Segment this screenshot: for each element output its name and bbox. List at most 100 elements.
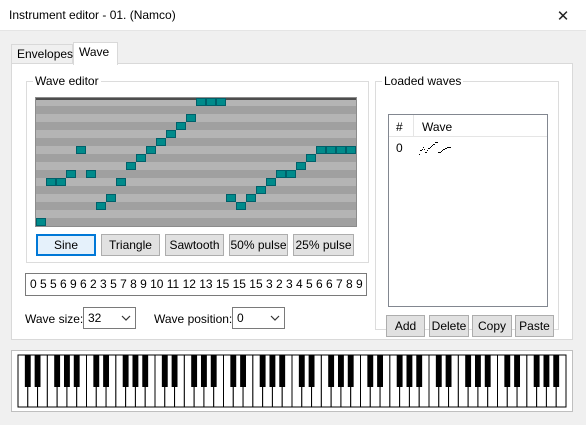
piano-black-key[interactable] [543, 355, 550, 387]
tab-envelopes[interactable]: Envelopes [11, 44, 73, 64]
piano-black-key[interactable] [484, 355, 491, 387]
wave-sample-bar[interactable] [116, 178, 126, 186]
tab-wave[interactable]: Wave [73, 42, 118, 65]
piano-black-key[interactable] [103, 355, 110, 387]
piano-black-key[interactable] [171, 355, 178, 387]
piano-black-key[interactable] [73, 355, 80, 387]
wave-sample-bar[interactable] [316, 146, 326, 154]
wave-position-dropdown[interactable]: 0 [232, 307, 285, 329]
wave-graph[interactable] [36, 98, 356, 226]
close-button[interactable]: ✕ [540, 0, 586, 31]
piano-black-key[interactable] [240, 355, 247, 387]
wave-sample-bar[interactable] [66, 170, 76, 178]
thumbnail-sample [437, 142, 438, 143]
piano-black-key[interactable] [210, 355, 217, 387]
piano-keyboard[interactable] [11, 350, 573, 412]
piano-black-key[interactable] [396, 355, 403, 387]
wave-sample-bar[interactable] [296, 162, 306, 170]
piano-black-key[interactable] [367, 355, 374, 387]
wave-sample-bar[interactable] [226, 194, 236, 202]
wave-sample-bar[interactable] [46, 178, 56, 186]
add-wave-button[interactable]: Add [386, 315, 425, 337]
wave-sample-bar[interactable] [346, 146, 356, 154]
wave-size-dropdown[interactable]: 32 [83, 307, 136, 329]
piano-black-key[interactable] [142, 355, 149, 387]
piano-black-key[interactable] [54, 355, 61, 387]
sawtooth-preset-button[interactable]: Sawtooth [165, 234, 224, 256]
wave-sample-bar[interactable] [146, 146, 156, 154]
piano-black-key[interactable] [230, 355, 237, 387]
piano-black-key[interactable] [200, 355, 207, 387]
wave-sample-bar[interactable] [196, 98, 206, 106]
column-divider[interactable] [413, 115, 414, 137]
wave-editor-canvas[interactable] [35, 97, 357, 227]
paste-wave-button[interactable]: Paste [515, 315, 554, 337]
piano-black-key[interactable] [191, 355, 198, 387]
wave-sample-bar[interactable] [156, 138, 166, 146]
piano-black-key[interactable] [533, 355, 540, 387]
wave-sample-bar[interactable] [86, 170, 96, 178]
wave-sample-bar[interactable] [216, 98, 226, 106]
wave-sample-bar[interactable] [176, 122, 186, 130]
wave-sample-bar[interactable] [56, 178, 66, 186]
piano-black-key[interactable] [328, 355, 335, 387]
wave-sample-bar[interactable] [336, 146, 346, 154]
piano-black-key[interactable] [337, 355, 344, 387]
piano-black-key[interactable] [553, 355, 560, 387]
piano-black-key[interactable] [465, 355, 472, 387]
wave-sample-bar[interactable] [306, 154, 316, 162]
wave-sequence-input[interactable]: 0 5 5 6 9 6 2 3 5 7 8 9 10 11 12 13 15 1… [25, 273, 367, 296]
triangle-preset-button[interactable]: Triangle [101, 234, 160, 256]
piano-black-key[interactable] [279, 355, 286, 387]
wave-sample-bar[interactable] [266, 178, 276, 186]
piano-black-key[interactable] [132, 355, 139, 387]
piano-black-key[interactable] [474, 355, 481, 387]
wave-sample-bar[interactable] [276, 170, 286, 178]
piano-black-key[interactable] [34, 355, 41, 387]
delete-wave-button[interactable]: Delete [429, 315, 469, 337]
copy-wave-button[interactable]: Copy [472, 315, 512, 337]
piano-black-key[interactable] [24, 355, 31, 387]
column-header-index[interactable]: # [396, 120, 403, 134]
wave-sample-bar[interactable] [106, 194, 116, 202]
piano-black-key[interactable] [308, 355, 315, 387]
piano-black-key[interactable] [63, 355, 70, 387]
wave-sample-bar[interactable] [76, 146, 86, 154]
wave-sample-bar[interactable] [326, 146, 336, 154]
pulse-50-preset-button[interactable]: 50% pulse [229, 234, 288, 256]
piano-black-key[interactable] [445, 355, 452, 387]
wave-sample-bar[interactable] [166, 130, 176, 138]
wave-sample-bar[interactable] [136, 154, 146, 162]
sine-preset-button[interactable]: Sine [36, 234, 96, 256]
thumbnail-sample [441, 151, 442, 152]
piano-black-key[interactable] [514, 355, 521, 387]
piano-keys[interactable] [12, 351, 572, 411]
column-header-wave[interactable]: Wave [422, 120, 452, 134]
loaded-waves-list[interactable]: # Wave 0 [388, 114, 548, 307]
piano-black-key[interactable] [161, 355, 168, 387]
wave-grid-band [36, 218, 356, 226]
piano-black-key[interactable] [406, 355, 413, 387]
piano-black-key[interactable] [298, 355, 305, 387]
wave-sample-bar[interactable] [126, 162, 136, 170]
piano-black-key[interactable] [269, 355, 276, 387]
wave-sample-bar[interactable] [96, 202, 106, 210]
wave-sample-bar[interactable] [286, 170, 296, 178]
pulse-25-preset-button[interactable]: 25% pulse [293, 234, 354, 256]
piano-black-key[interactable] [416, 355, 423, 387]
wave-sample-bar[interactable] [36, 218, 46, 226]
piano-black-key[interactable] [347, 355, 354, 387]
wave-sample-bar[interactable] [236, 202, 246, 210]
list-item[interactable]: 0 [389, 139, 547, 157]
piano-black-key[interactable] [504, 355, 511, 387]
piano-black-key[interactable] [377, 355, 384, 387]
piano-black-key[interactable] [259, 355, 266, 387]
piano-black-key[interactable] [93, 355, 100, 387]
wave-sample-bar[interactable] [186, 114, 196, 122]
wave-sample-bar[interactable] [256, 186, 266, 194]
wave-sample-bar[interactable] [206, 98, 216, 106]
wave-sample-bar[interactable] [246, 194, 256, 202]
piano-black-key[interactable] [122, 355, 129, 387]
piano-black-key[interactable] [435, 355, 442, 387]
loaded-waves-group: Loaded waves # Wave 0 Add Delete Copy Pa… [375, 74, 559, 337]
